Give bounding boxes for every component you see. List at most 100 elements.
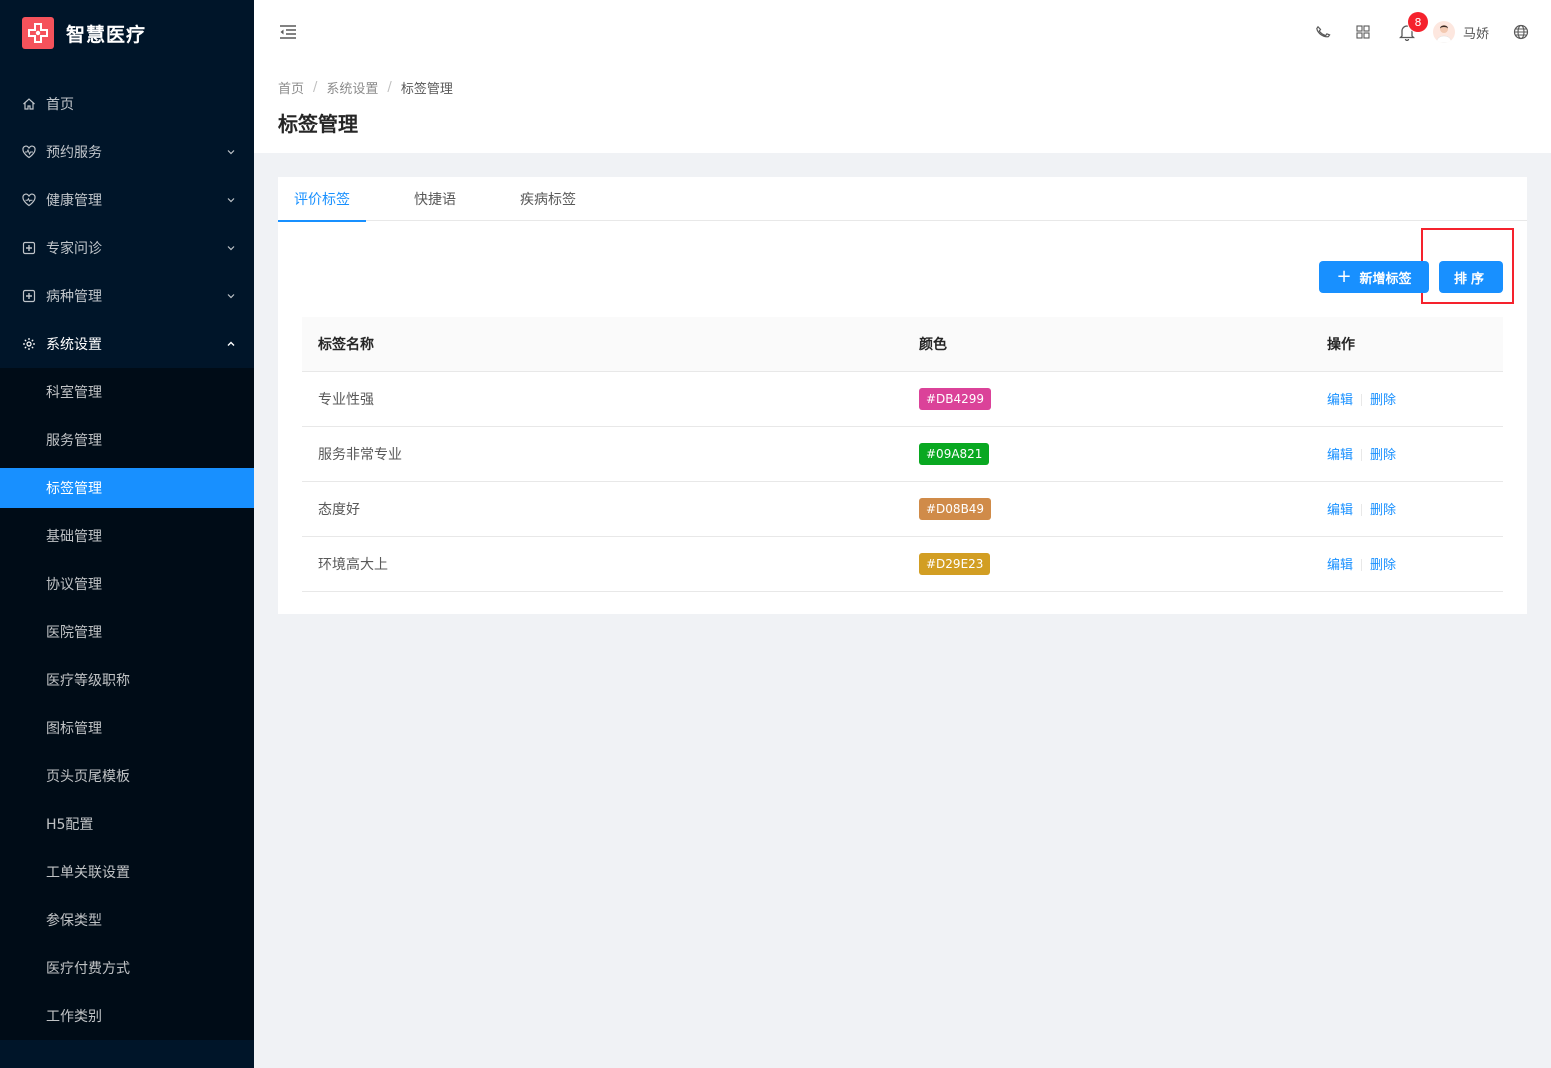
actions-cell: 编辑 删除 — [1311, 536, 1503, 592]
column-header-name: 标签名称 — [302, 317, 903, 372]
color-tag: #09A821 — [919, 442, 990, 465]
breadcrumb-current: 标签管理 — [400, 81, 453, 97]
sidebar-subitem-title-level[interactable]: 医疗等级职称 — [0, 656, 254, 704]
toolbar: + 新增标签 排序 — [1319, 261, 1503, 293]
sidebar-item-disease[interactable]: 病种管理 — [0, 272, 254, 320]
user-menu[interactable]: 马娇 — [1427, 0, 1501, 64]
divider — [1361, 504, 1363, 516]
tab-evaluation-tags[interactable]: 评价标签 — [278, 177, 366, 222]
sidebar-subitem-workorder[interactable]: 工单关联设置 — [0, 848, 254, 896]
edit-link[interactable]: 编辑 — [1327, 448, 1353, 463]
user-name: 马娇 — [1462, 26, 1489, 42]
medical-plus-icon — [22, 289, 36, 303]
tabs: 评价标签 快捷语 疾病标签 — [278, 177, 1527, 222]
sidebar-subitem-payment[interactable]: 医疗付费方式 — [0, 944, 254, 992]
sidebar-item-health[interactable]: 健康管理 — [0, 176, 254, 224]
delete-link[interactable]: 删除 — [1370, 558, 1396, 573]
actions-cell: 编辑 删除 — [1311, 426, 1503, 482]
globe-language-icon[interactable] — [1501, 0, 1541, 64]
settings-submenu: 科室管理 服务管理 标签管理 基础管理 协议管理 医院管理 医疗等级职称 图标管… — [0, 368, 254, 1040]
edit-link[interactable]: 编辑 — [1327, 393, 1353, 408]
sort-button[interactable]: 排序 — [1439, 261, 1503, 293]
page-header: 首页 / 系统设置 / 标签管理 标签管理 — [254, 64, 1551, 153]
sidebar-item-label: 首页 — [46, 97, 74, 113]
tags-table: 标签名称 颜色 操作 专业性强 #DB4299 编辑 删除 服务非常专业 #09A… — [302, 317, 1503, 592]
home-icon — [22, 97, 36, 111]
avatar — [1432, 21, 1455, 43]
sidebar-subitem-service[interactable]: 服务管理 — [0, 416, 254, 464]
column-header-actions: 操作 — [1311, 317, 1503, 372]
tag-color-cell: #09A821 — [903, 426, 1311, 482]
sidebar-subitem-insurance[interactable]: 参保类型 — [0, 896, 254, 944]
sidebar-subitem-hospital[interactable]: 医院管理 — [0, 608, 254, 656]
app-name: 智慧医疗 — [66, 23, 147, 46]
notification-badge: 8 — [1407, 12, 1428, 32]
apps-grid-icon[interactable] — [1343, 0, 1383, 64]
chevron-down-icon — [226, 195, 236, 205]
sidebar-menu: 首页 预约服务 健康管理 专家问诊 病种管理 系统设置 科室管理 服务管理 标签… — [0, 80, 254, 1040]
sidebar-item-label: 预约服务 — [46, 145, 102, 161]
sidebar-item-booking[interactable]: 预约服务 — [0, 128, 254, 176]
sidebar-subitem-agreement[interactable]: 协议管理 — [0, 560, 254, 608]
tab-quick-phrases[interactable]: 快捷语 — [398, 177, 472, 221]
tag-name: 态度好 — [302, 481, 903, 537]
menu-fold-icon[interactable] — [278, 22, 298, 42]
breadcrumb-separator: / — [313, 79, 318, 95]
breadcrumb-settings[interactable]: 系统设置 — [326, 78, 378, 97]
table-row: 专业性强 #DB4299 编辑 删除 — [302, 371, 1503, 427]
delete-link[interactable]: 删除 — [1370, 448, 1396, 463]
sidebar-subitem-header-footer[interactable]: 页头页尾模板 — [0, 752, 254, 800]
breadcrumb-home[interactable]: 首页 — [278, 78, 304, 97]
medical-plus-icon — [22, 241, 36, 255]
sidebar-subitem-tags[interactable]: 标签管理 — [0, 468, 254, 508]
divider — [1361, 449, 1363, 461]
tag-name: 服务非常专业 — [302, 426, 903, 482]
sidebar-subitem-basic[interactable]: 基础管理 — [0, 512, 254, 560]
delete-link[interactable]: 删除 — [1370, 393, 1396, 408]
add-tag-button[interactable]: + 新增标签 — [1319, 261, 1429, 293]
content-card: 评价标签 快捷语 疾病标签 + 新增标签 排序 标签名称 颜色 操作 专业性强 … — [278, 177, 1527, 614]
edit-link[interactable]: 编辑 — [1327, 503, 1353, 518]
sidebar-item-label: 系统设置 — [46, 337, 102, 353]
column-header-color: 颜色 — [903, 317, 1311, 372]
sidebar-subitem-icons[interactable]: 图标管理 — [0, 704, 254, 752]
tag-name: 环境高大上 — [302, 536, 903, 592]
page-title: 标签管理 — [278, 112, 358, 136]
sidebar-subitem-h5[interactable]: H5配置 — [0, 800, 254, 848]
divider — [1361, 559, 1363, 571]
logo[interactable]: 智慧医疗 — [0, 0, 254, 66]
breadcrumb-separator: / — [387, 79, 392, 95]
sidebar-item-home[interactable]: 首页 — [0, 80, 254, 128]
delete-link[interactable]: 删除 — [1370, 503, 1396, 518]
actions-cell: 编辑 删除 — [1311, 371, 1503, 427]
plus-icon: + — [1336, 266, 1352, 287]
sidebar-item-settings[interactable]: 系统设置 — [0, 320, 254, 368]
sidebar-item-label: 专家问诊 — [46, 241, 102, 257]
divider — [1361, 394, 1363, 406]
sidebar-item-label: 健康管理 — [46, 193, 102, 209]
tag-color-cell: #D29E23 — [903, 536, 1311, 592]
chevron-down-icon — [226, 147, 236, 157]
header-actions: 8 马娇 — [1303, 0, 1551, 64]
sidebar: 智慧医疗 首页 预约服务 健康管理 专家问诊 病种管理 系统设置 科室管理 服务… — [0, 0, 254, 1068]
chevron-up-icon — [226, 339, 236, 349]
breadcrumb: 首页 / 系统设置 / 标签管理 — [278, 78, 1527, 97]
sidebar-item-label: 病种管理 — [46, 289, 102, 305]
notification-bell-icon[interactable]: 8 — [1387, 0, 1428, 64]
tag-color-cell: #DB4299 — [903, 371, 1311, 427]
add-tag-label: 新增标签 — [1359, 271, 1412, 287]
sidebar-item-consult[interactable]: 专家问诊 — [0, 224, 254, 272]
table-row: 服务非常专业 #09A821 编辑 删除 — [302, 426, 1503, 482]
edit-link[interactable]: 编辑 — [1327, 558, 1353, 573]
sidebar-subitem-department[interactable]: 科室管理 — [0, 368, 254, 416]
tab-disease-tags[interactable]: 疾病标签 — [504, 177, 592, 221]
table-header-row: 标签名称 颜色 操作 — [302, 317, 1503, 372]
chevron-down-icon — [226, 291, 236, 301]
sidebar-subitem-work-category[interactable]: 工作类别 — [0, 992, 254, 1040]
actions-cell: 编辑 删除 — [1311, 481, 1503, 537]
phone-icon[interactable] — [1303, 0, 1343, 64]
chevron-down-icon — [226, 243, 236, 253]
tag-name: 专业性强 — [302, 371, 903, 427]
top-header: 8 马娇 — [254, 0, 1551, 64]
heart-icon — [22, 193, 36, 207]
